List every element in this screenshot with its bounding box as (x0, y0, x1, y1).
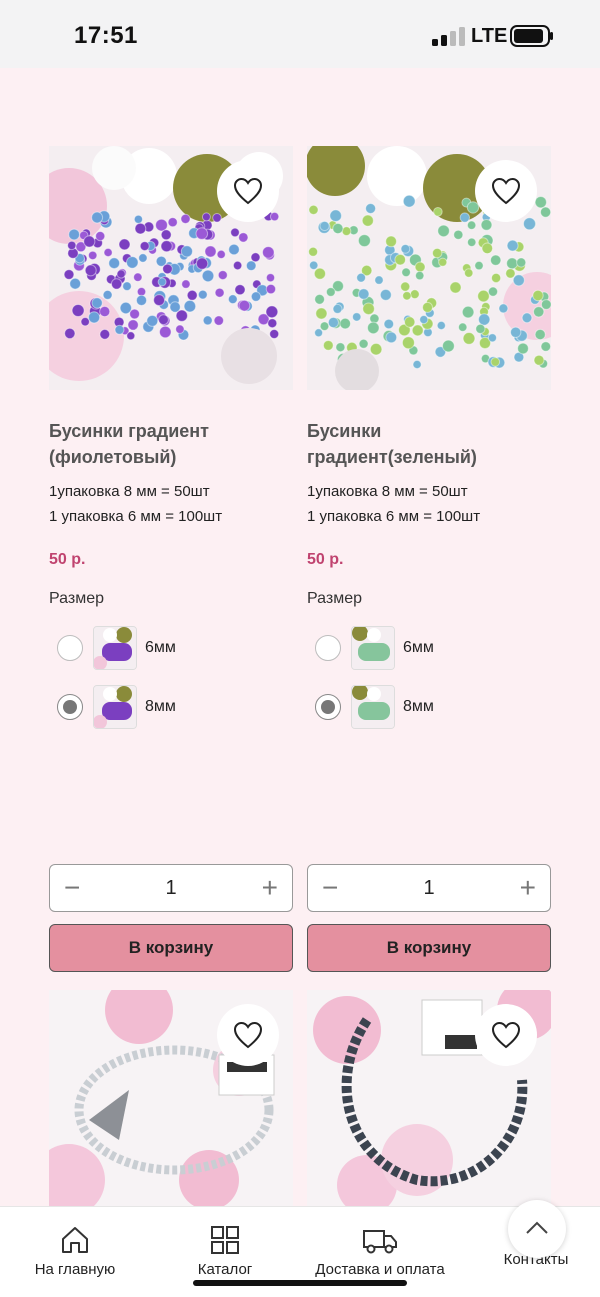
option-thumbnail (351, 626, 395, 670)
decrement-button[interactable]: − (64, 874, 80, 902)
product-image[interactable] (49, 146, 293, 390)
heart-icon (233, 1021, 263, 1049)
radio-button-selected[interactable] (57, 694, 83, 720)
product-card (49, 990, 293, 1206)
description-line: 1упаковка 8 мм = 50шт (307, 483, 468, 500)
heart-icon (491, 177, 521, 205)
product-image[interactable] (307, 990, 551, 1206)
nav-delivery[interactable]: Доставка и оплата (312, 1225, 448, 1278)
product-image[interactable] (49, 990, 293, 1206)
size-label: Размер (49, 590, 104, 607)
description-line: 1 упаковка 6 мм = 100шт (49, 508, 223, 525)
description-line: 1 упаковка 6 мм = 100шт (307, 508, 481, 525)
radio-button-selected[interactable] (315, 694, 341, 720)
add-to-cart-button[interactable]: В корзину (307, 924, 551, 972)
truck-icon (363, 1230, 397, 1254)
home-icon (62, 1227, 88, 1253)
increment-button[interactable]: + (262, 874, 278, 902)
size-option-8mm[interactable]: 8мм (57, 685, 277, 729)
favorite-button[interactable] (217, 160, 279, 222)
option-thumbnail (351, 685, 395, 729)
product-description: 1упаковка 8 мм = 50шт 1 упаковка 6 мм = … (307, 479, 551, 529)
nav-home[interactable]: На главную (32, 1225, 118, 1278)
favorite-button[interactable] (475, 160, 537, 222)
favorite-button[interactable] (475, 1004, 537, 1066)
quantity-value[interactable]: 1 (423, 877, 434, 900)
decrement-button[interactable]: − (322, 874, 338, 902)
product-description: 1упаковка 8 мм = 50шт 1 упаковка 6 мм = … (49, 479, 293, 529)
network-label: LTE (471, 25, 508, 47)
heart-icon (491, 1021, 521, 1049)
nav-label: Доставка и оплата (315, 1261, 445, 1278)
quantity-stepper: − 1 + (49, 864, 293, 912)
product-card: Бусинки градиент (фиолетовый) 1упаковка … (49, 146, 293, 976)
size-option-8mm[interactable]: 8мм (315, 685, 535, 729)
quantity-stepper: − 1 + (307, 864, 551, 912)
option-label: 8мм (145, 698, 176, 715)
favorite-button[interactable] (217, 1004, 279, 1066)
option-label: 6мм (145, 639, 176, 656)
signal-icon (432, 27, 465, 46)
description-line: 1упаковка 8 мм = 50шт (49, 483, 210, 500)
quantity-value[interactable]: 1 (165, 877, 176, 900)
option-label: 6мм (403, 639, 434, 656)
chevron-up-icon (526, 1221, 548, 1234)
radio-button[interactable] (57, 635, 83, 661)
nav-label: Каталог (197, 1261, 253, 1278)
product-image[interactable] (307, 146, 551, 390)
scroll-to-top-button[interactable] (508, 1200, 566, 1258)
heart-icon (233, 177, 263, 205)
radio-button[interactable] (315, 635, 341, 661)
size-option-6mm[interactable]: 6мм (315, 626, 535, 670)
product-price: 50 р. (49, 551, 86, 568)
home-indicator (193, 1280, 407, 1286)
increment-button[interactable]: + (520, 874, 536, 902)
add-to-cart-button[interactable]: В корзину (49, 924, 293, 972)
size-option-6mm[interactable]: 6мм (57, 626, 277, 670)
catalog-grid-icon (211, 1226, 239, 1254)
option-thumbnail (93, 685, 137, 729)
product-price: 50 р. (307, 551, 344, 568)
product-card (307, 990, 551, 1206)
product-title[interactable]: Бусинки градиент (фиолетовый) (49, 418, 293, 470)
product-card: Бусинки градиент(зеленый) 1упаковка 8 мм… (307, 146, 551, 976)
option-thumbnail (93, 626, 137, 670)
nav-label: На главную (34, 1261, 116, 1278)
option-label: 8мм (403, 698, 434, 715)
product-title[interactable]: Бусинки градиент(зеленый) (307, 418, 551, 470)
battery-icon (510, 25, 553, 47)
size-label: Размер (307, 590, 362, 607)
status-time: 17:51 (74, 22, 138, 49)
status-bar: 17:51 LTE (0, 0, 600, 68)
nav-catalog[interactable]: Каталог (190, 1225, 260, 1278)
